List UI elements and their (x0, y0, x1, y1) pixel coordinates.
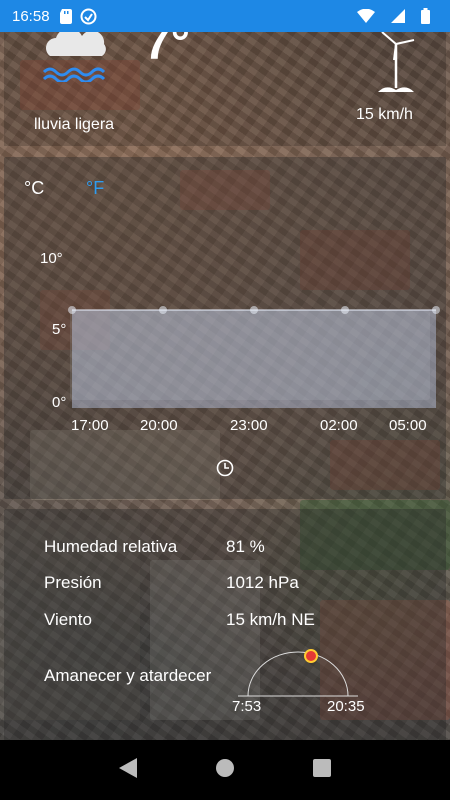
x-tick-label: 02:00 (320, 417, 358, 434)
temperature-area-series-0 (72, 310, 436, 408)
status-bar: 16:58 (0, 0, 450, 32)
wifi-icon (357, 9, 375, 23)
temperature-chart (68, 306, 440, 408)
sun-arc-icon (238, 640, 358, 705)
humidity-label: Humedad relativa (44, 537, 178, 556)
temperature-point (68, 306, 76, 314)
sd-card-icon (59, 8, 72, 24)
x-tick-label: 17:00 (71, 417, 109, 434)
pressure-value: 1012 hPa (226, 573, 299, 592)
clock-icon[interactable] (216, 459, 234, 477)
sunset-time: 20:35 (327, 698, 365, 715)
temperature-point (159, 306, 167, 314)
back-button[interactable] (119, 757, 137, 783)
x-tick-label: 05:00 (389, 417, 427, 434)
wind-value: 15 km/h NE (226, 610, 315, 629)
temperature-point (341, 306, 349, 314)
humidity-value: 81 % (226, 537, 265, 556)
wind-label: Viento (44, 610, 92, 629)
sun-label: Amanecer y atardecer (44, 666, 212, 685)
signal-icon (391, 9, 405, 23)
pressure-label: Presión (44, 573, 102, 592)
x-tick-label: 23:00 (230, 417, 268, 434)
status-time: 16:58 (12, 7, 50, 25)
battery-icon (421, 8, 430, 24)
recents-button[interactable] (313, 758, 331, 782)
temperature-point (250, 306, 258, 314)
sunrise-time: 7:53 (232, 698, 262, 715)
temperature-point (432, 306, 440, 314)
navigation-bar (0, 740, 450, 800)
app-notification-icon (80, 8, 97, 25)
home-button[interactable] (215, 758, 235, 783)
x-tick-label: 20:00 (140, 417, 178, 434)
